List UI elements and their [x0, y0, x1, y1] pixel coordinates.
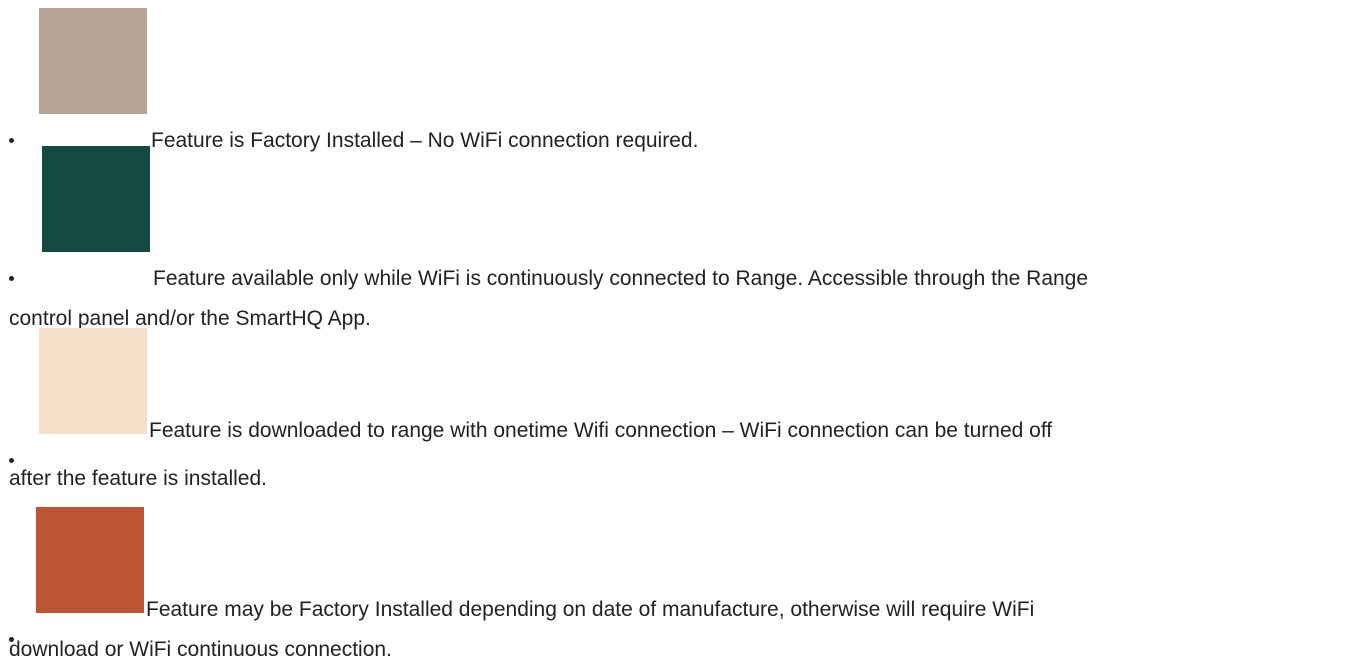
legend-item-text-line2: download or WiFi continuous connection. [9, 638, 392, 661]
bullet-dot [9, 458, 14, 463]
bullet-dot [9, 276, 14, 281]
legend-item-text-line1: Feature available only while WiFi is con… [153, 267, 1089, 290]
legend-item-text-line1: Feature is downloaded to range with onet… [149, 419, 1053, 442]
color-swatch-rust [36, 507, 144, 613]
legend-item-text-line1: Feature may be Factory Installed dependi… [146, 598, 1035, 621]
color-swatch-dark-green [42, 146, 150, 252]
color-swatch-taupe [39, 8, 147, 114]
bullet-dot [9, 138, 14, 143]
color-swatch-peach [39, 328, 147, 434]
legend-item-text-line2: after the feature is installed. [9, 467, 267, 490]
legend-item-text-line1: Feature is Factory Installed – No WiFi c… [151, 129, 699, 152]
